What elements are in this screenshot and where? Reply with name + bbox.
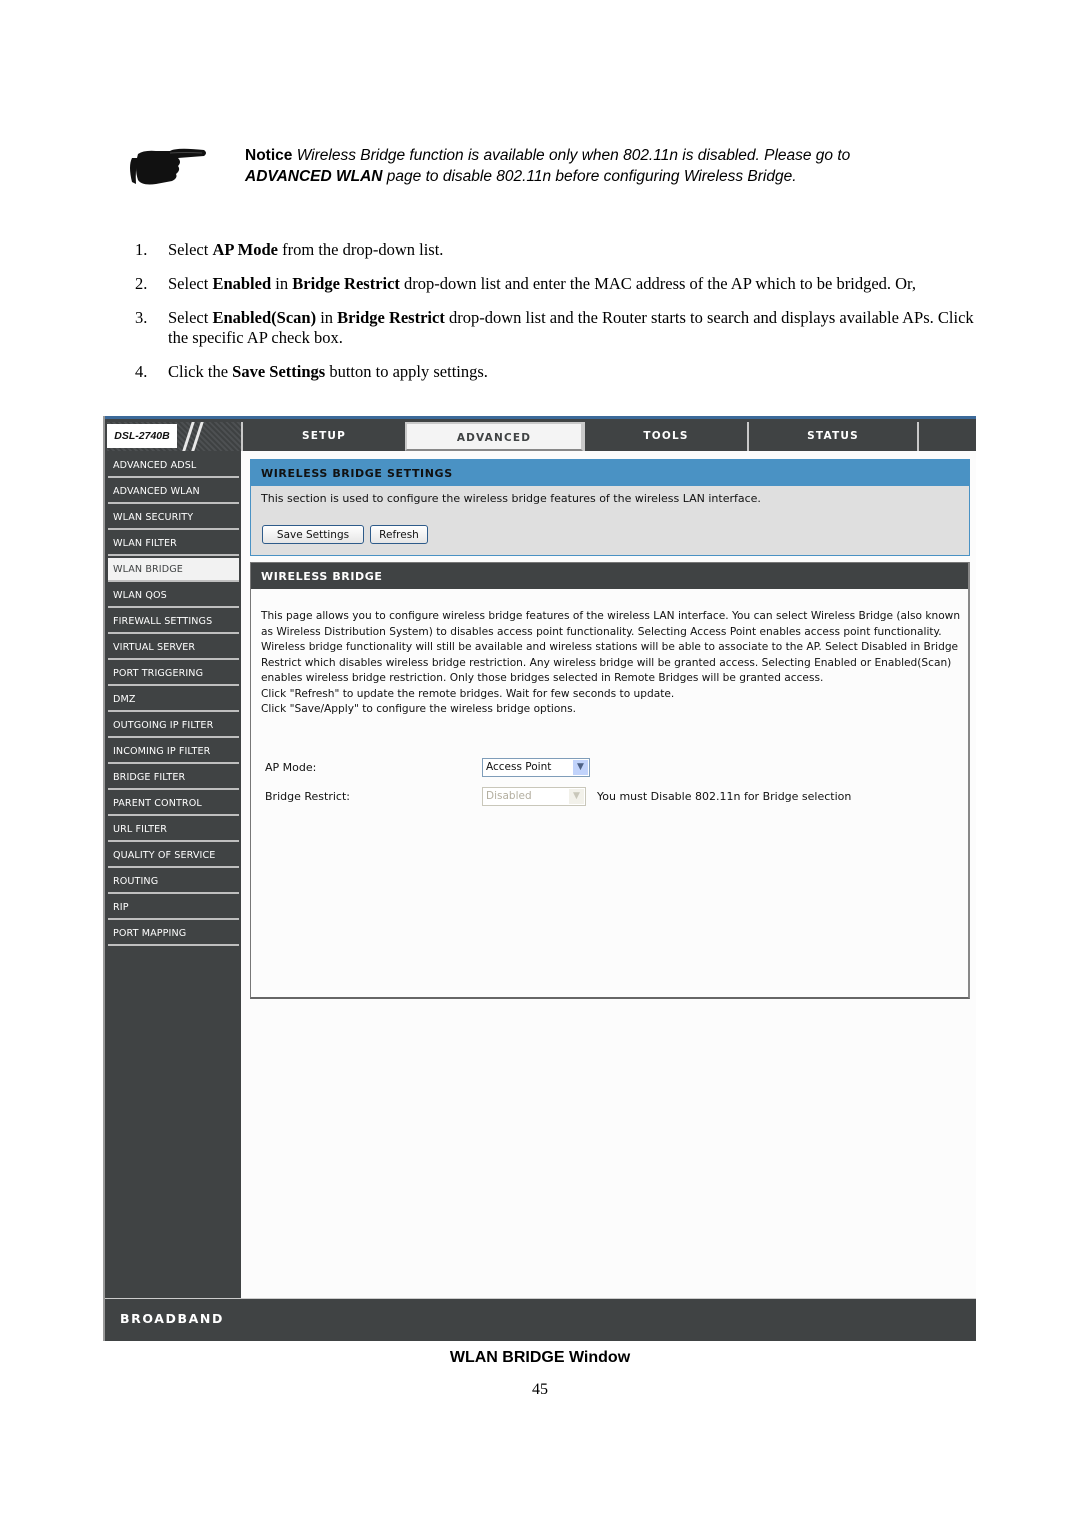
ap-mode-label: AP Mode: (265, 761, 317, 774)
sidebar-item-routing[interactable]: ROUTING (108, 870, 239, 894)
tab-blank (917, 422, 976, 451)
notice-advanced-wlan: ADVANCED WLAN (245, 168, 383, 185)
footer-brand: BROADBAND (120, 1311, 224, 1326)
footer-bar: BROADBAND (105, 1298, 976, 1341)
sidebar-item-rip[interactable]: RIP (108, 896, 239, 920)
sidebar-item-wlan-qos[interactable]: WLAN QOS (108, 584, 239, 608)
step-bold-term: Enabled(Scan) (212, 308, 317, 327)
bridge-help-refresh-hint: Click "Refresh" to update the remote bri… (261, 687, 675, 700)
step-text: from the drop-down list. (278, 240, 444, 259)
step-bold-term: Bridge Restrict (292, 274, 400, 293)
step-text: Click the (168, 362, 233, 381)
tab-setup[interactable]: SETUP (241, 422, 405, 451)
sidebar-item-wlan-bridge[interactable]: WLAN BRIDGE (108, 558, 239, 582)
step-item: 4. Click the Save Settings button to appl… (135, 362, 980, 382)
sidebar-item-advanced-adsl[interactable]: ADVANCED ADSL (108, 454, 239, 478)
notice-line2: page to disable 802.11n before configuri… (386, 168, 797, 185)
sidebar-item-quality-of-service[interactable]: QUALITY OF SERVICE (108, 844, 239, 868)
bridge-restrict-note: You must Disable 802.11n for Bridge sele… (597, 790, 852, 803)
sidebar-item-port-triggering[interactable]: PORT TRIGGERING (108, 662, 239, 686)
step-number: 3. (135, 308, 148, 327)
pointing-hand-icon (130, 148, 206, 185)
model-name: DSL-2740B (107, 424, 177, 448)
sidebar-item-dmz[interactable]: DMZ (108, 688, 239, 712)
page-number: 45 (532, 1381, 548, 1398)
step-number: 4. (135, 362, 148, 381)
sidebar-item-outgoing-ip-filter[interactable]: OUTGOING IP FILTER (108, 714, 239, 738)
step-bold-term: Bridge Restrict (337, 308, 445, 327)
top-navigation-bar: DSL-2740B SETUP ADVANCED TOOLS STATUS (105, 416, 976, 451)
settings-panel-title: WIRELESS BRIDGE SETTINGS (251, 460, 969, 486)
notice-text: Notice Wireless Bridge function is avail… (245, 145, 945, 187)
step-text: button to apply settings. (325, 362, 488, 381)
bridge-restrict-select: Disabled ▼ (482, 787, 586, 806)
settings-panel-description: This section is used to configure the wi… (261, 492, 761, 505)
step-text: Select (168, 240, 213, 259)
sidebar-item-url-filter[interactable]: URL FILTER (108, 818, 239, 842)
notice-label: Notice (245, 147, 293, 164)
step-number: 2. (135, 274, 148, 293)
refresh-button[interactable]: Refresh (370, 525, 428, 544)
ap-mode-select[interactable]: Access Point ▼ (482, 758, 590, 777)
wireless-bridge-settings-panel: WIRELESS BRIDGE SETTINGS This section is… (250, 459, 970, 556)
notice-block: Notice Wireless Bridge function is avail… (126, 142, 946, 192)
step-item: 3. Select Enabled(Scan) in Bridge Restric… (135, 308, 980, 348)
step-text: in (271, 274, 293, 293)
step-bold-term: Enabled (212, 274, 272, 293)
step-text: Select (168, 308, 213, 327)
step-item: 2. Select Enabled in Bridge Restrict drop… (135, 274, 980, 294)
step-bold-term: Save Settings (232, 362, 326, 381)
wireless-bridge-panel: WIRELESS BRIDGE This page allows you to … (250, 562, 970, 999)
sidebar-item-wlan-filter[interactable]: WLAN FILTER (108, 532, 239, 556)
step-text: in (316, 308, 338, 327)
bridge-help-save-hint: Click "Save/Apply" to configure the wire… (261, 703, 576, 715)
step-text: Select (168, 274, 213, 293)
chevron-down-icon: ▼ (573, 760, 588, 775)
chevron-down-icon: ▼ (569, 789, 584, 804)
sidebar-item-port-mapping[interactable]: PORT MAPPING (108, 922, 239, 946)
router-web-ui: DSL-2740B SETUP ADVANCED TOOLS STATUS AD… (103, 416, 976, 1341)
sidebar-item-firewall-settings[interactable]: FIREWALL SETTINGS (108, 610, 239, 634)
bridge-panel-title: WIRELESS BRIDGE (251, 563, 968, 589)
step-item: 1. Select AP Mode from the drop-down list… (135, 240, 980, 260)
sidebar-item-wlan-security[interactable]: WLAN SECURITY (108, 506, 239, 530)
bridge-restrict-label: Bridge Restrict: (265, 790, 350, 803)
sidebar-item-parent-control[interactable]: PARENT CONTROL (108, 792, 239, 816)
sidebar-item-incoming-ip-filter[interactable]: INCOMING IP FILTER (108, 740, 239, 764)
sidebar-menu: ADVANCED ADSL ADVANCED WLAN WLAN SECURITY W… (105, 451, 241, 1298)
notice-line1: Wireless Bridge function is available on… (296, 147, 851, 164)
sidebar-item-bridge-filter[interactable]: BRIDGE FILTER (108, 766, 239, 790)
tab-tools[interactable]: TOOLS (583, 422, 747, 451)
step-bold-term: AP Mode (212, 240, 278, 259)
step-text: drop-down list and enter the MAC address… (399, 274, 917, 293)
figure-caption: WLAN BRIDGE Window (449, 1349, 631, 1366)
instruction-steps: 1. Select AP Mode from the drop-down list… (135, 240, 980, 396)
sidebar-item-advanced-wlan[interactable]: ADVANCED WLAN (108, 480, 239, 504)
ap-mode-value: Access Point (486, 761, 552, 773)
bridge-panel-help: This page allows you to configure wirele… (261, 609, 961, 718)
step-number: 1. (135, 240, 148, 259)
sidebar-item-virtual-server[interactable]: VIRTUAL SERVER (108, 636, 239, 660)
bridge-restrict-value: Disabled (486, 790, 532, 802)
model-logo: DSL-2740B (107, 422, 241, 451)
tab-status[interactable]: STATUS (747, 422, 917, 451)
save-settings-button[interactable]: Save Settings (262, 525, 364, 544)
bridge-help-paragraph: This page allows you to configure wirele… (261, 610, 961, 684)
tab-advanced[interactable]: ADVANCED (405, 422, 583, 451)
